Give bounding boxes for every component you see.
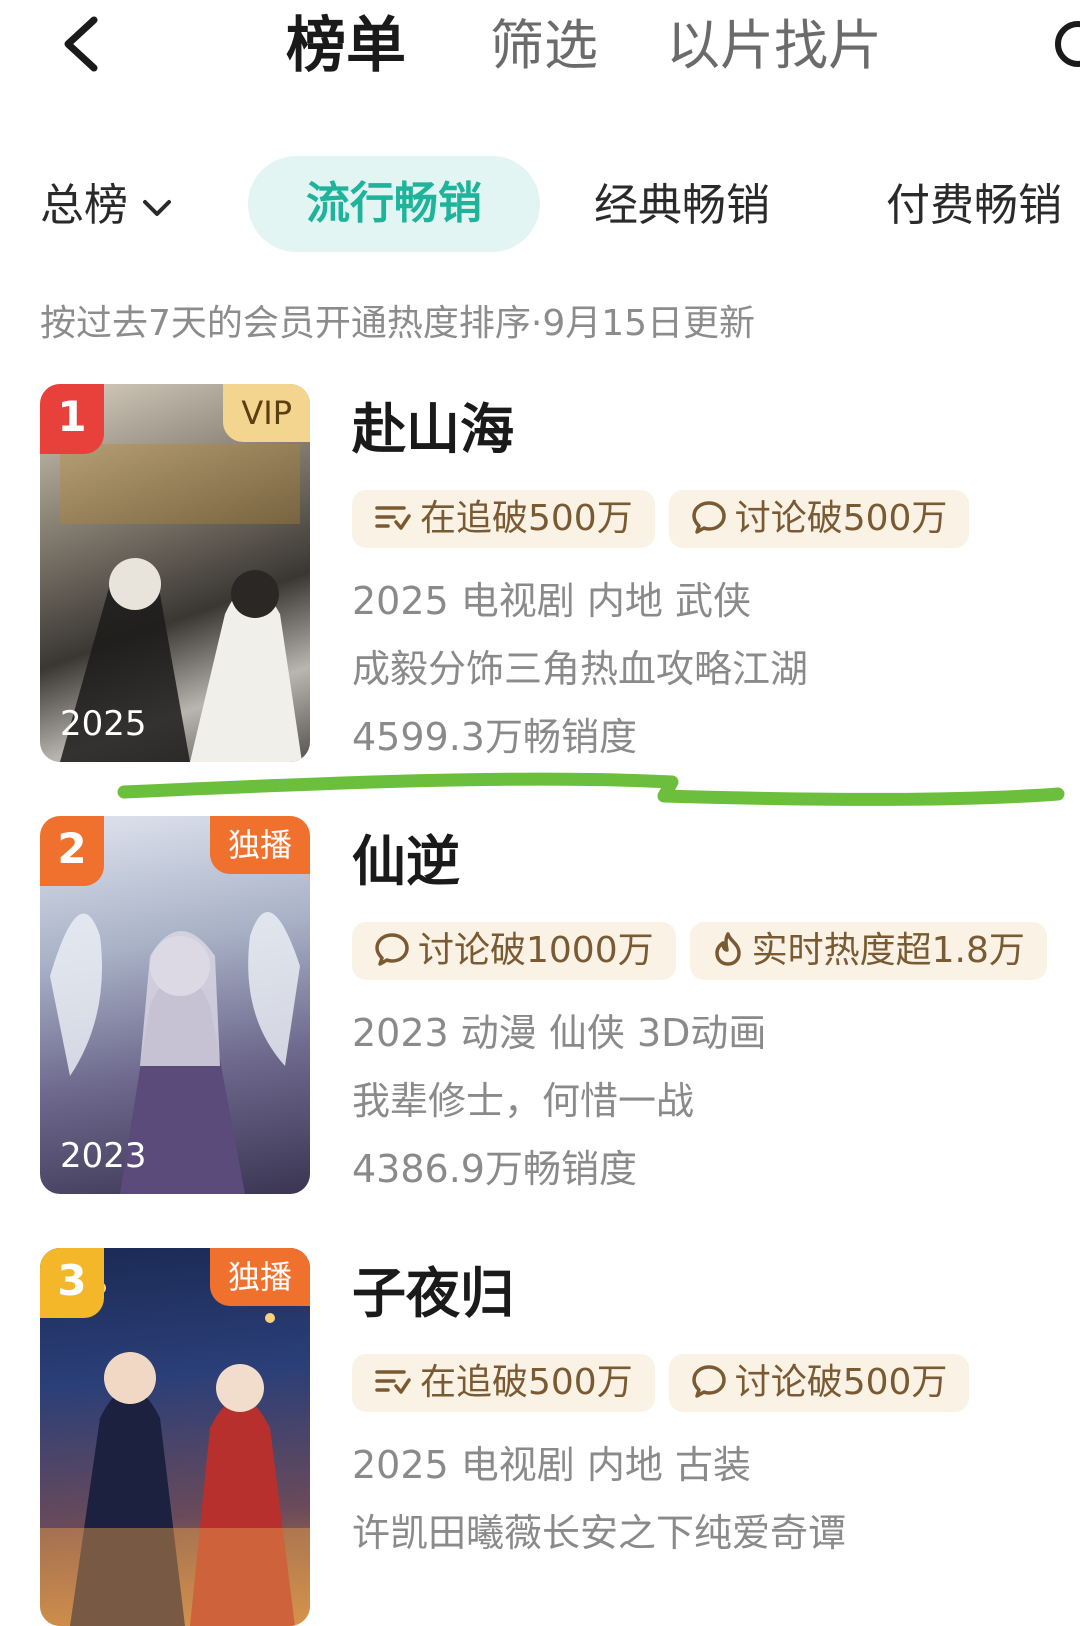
tag-text: 讨论破500万	[734, 1362, 948, 1403]
tag-discussion: 讨论破500万	[668, 1354, 970, 1412]
item-sales-score: 4386.9万畅销度	[352, 1147, 637, 1191]
tab-rankings[interactable]: 榜单	[286, 6, 406, 86]
item-title[interactable]: 赴山海	[352, 398, 514, 462]
search-icon[interactable]	[1052, 18, 1080, 74]
tab-classic-bestsellers[interactable]: 经典畅销	[594, 178, 770, 234]
item-description: 成毅分饰三角热血攻略江湖	[352, 647, 809, 691]
item-info: 2025 电视剧 内地 武侠	[352, 579, 751, 623]
annotation-underline	[117, 772, 1065, 806]
item-info: 2023 动漫 仙侠 3D动画	[352, 1011, 767, 1055]
top-navigation-bar: 榜单 筛选 以片找片	[0, 0, 1080, 100]
tab-filter[interactable]: 筛选	[490, 6, 598, 86]
poster-image[interactable]: 1 VIP 2025	[40, 384, 310, 762]
tag-text: 实时热度超1.8万	[751, 930, 1025, 971]
tab-paid-bestsellers[interactable]: 付费畅销	[886, 178, 1062, 234]
tag-discussion: 讨论破1000万	[352, 922, 676, 980]
tab-find-by-film[interactable]: 以片找片	[666, 6, 882, 86]
vip-badge: VIP	[223, 384, 310, 442]
tag-text: 讨论破500万	[734, 498, 948, 539]
rank-badge: 2	[40, 816, 104, 886]
item-info: 2025 电视剧 内地 古装	[352, 1443, 751, 1487]
ranking-type-dropdown[interactable]: 总榜	[40, 178, 172, 234]
tab-popular-bestsellers[interactable]: 流行畅销	[248, 156, 540, 252]
following-icon	[375, 506, 411, 530]
tag-realtime-heat: 实时热度超1.8万	[689, 922, 1047, 980]
comment-icon	[375, 933, 409, 966]
poster-image[interactable]: 3 独播	[40, 1248, 310, 1626]
tag-following: 在追破500万	[352, 1354, 655, 1412]
ranking-type-label: 总榜	[40, 180, 128, 231]
item-description: 我辈修士，何惜一战	[352, 1079, 695, 1123]
exclusive-badge: 独播	[209, 816, 310, 874]
back-arrow-icon[interactable]	[58, 14, 106, 74]
tag-discussion: 讨论破500万	[668, 490, 970, 548]
item-description: 许凯田曦薇长安之下纯爱奇谭	[352, 1511, 847, 1555]
item-tags: 讨论破1000万 实时热度超1.8万	[352, 922, 1061, 982]
poster-year: 2025	[60, 704, 147, 744]
rank-badge: 3	[40, 1248, 104, 1318]
following-icon	[375, 1370, 411, 1394]
rank-badge: 1	[40, 384, 104, 454]
ranking-description: 按过去7天的会员开通热度排序·9月15日更新	[40, 303, 756, 344]
tag-following: 在追破500万	[352, 490, 655, 548]
chevron-down-icon	[143, 200, 171, 216]
ranking-list-item[interactable]: 2 独播 2023 仙逆 讨论破1000万 实时热度超1.8万 2023 动漫 仙…	[0, 816, 1080, 1196]
item-title[interactable]: 仙逆	[352, 830, 460, 894]
item-tags: 在追破500万 讨论破500万	[352, 1354, 983, 1414]
ranking-category-tabs: 总榜 流行畅销 经典畅销 付费畅销	[0, 150, 1080, 260]
tab-popular-bestsellers-label: 流行畅销	[306, 178, 482, 229]
tag-text: 在追破500万	[420, 498, 633, 539]
exclusive-badge: 独播	[209, 1248, 310, 1306]
poster-year: 2023	[60, 1136, 147, 1176]
comment-icon	[691, 501, 726, 534]
item-title[interactable]: 子夜归	[352, 1262, 514, 1326]
flame-icon	[714, 932, 741, 966]
tag-text: 在追破500万	[420, 1362, 633, 1403]
comment-icon	[691, 1365, 726, 1398]
ranking-list-item[interactable]: 3 独播 子夜归 在追破500万 讨论破500万 2025 电视剧 内地 古装 许…	[0, 1248, 1080, 1626]
poster-image[interactable]: 2 独播 2023	[40, 816, 310, 1194]
item-sales-score: 4599.3万畅销度	[352, 715, 637, 759]
tag-text: 讨论破1000万	[418, 930, 654, 971]
ranking-list-item[interactable]: 1 VIP 2025 赴山海 在追破500万 讨论破500万 2025 电视剧 内…	[0, 384, 1080, 764]
item-tags: 在追破500万 讨论破500万	[352, 490, 983, 550]
